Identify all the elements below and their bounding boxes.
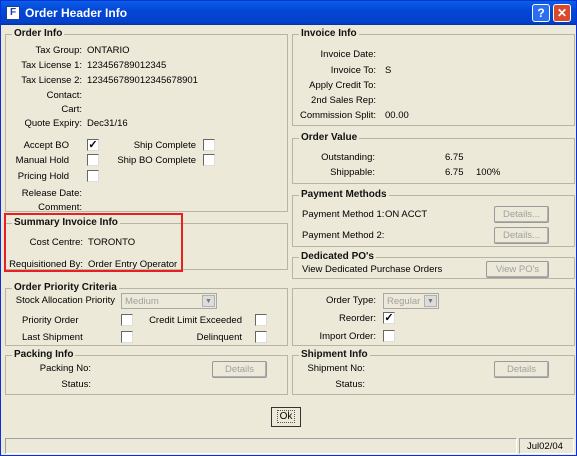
invoice-info-title: Invoice Info <box>299 28 359 39</box>
commission-split-value: 00.00 <box>385 110 409 121</box>
import-order-label: Import Order: <box>319 331 377 342</box>
payment-method-1-details-button[interactable]: Details... <box>494 206 549 223</box>
tax-license-1-value: 123456789012345 <box>87 60 167 71</box>
packing-info-panel: Packing Info Packing No: Details Status: <box>5 349 288 395</box>
payment-method-2-details-button[interactable]: Details... <box>494 227 549 244</box>
stock-allocation-value: Medium <box>125 296 159 307</box>
dedicated-po-text: View Dedicated Purchase Orders <box>302 264 443 275</box>
accept-bo-label: Accept BO <box>23 140 69 151</box>
commission-split-label: Commission Split: <box>299 110 376 121</box>
invoice-info-panel: Invoice Info Invoice Date: Invoice To: S… <box>292 28 575 126</box>
order-type-value: Regular <box>387 296 421 307</box>
apply-credit-label: Apply Credit To: <box>309 80 376 91</box>
ship-complete-checkbox[interactable] <box>203 139 215 151</box>
payment-methods-panel: Payment Methods Payment Method 1: ON ACC… <box>292 189 575 247</box>
packing-no-label: Packing No: <box>39 363 91 374</box>
status-bar-date-panel: Jul02/04 <box>519 438 574 454</box>
reorder-label: Reorder: <box>339 313 376 324</box>
sales-rep-label: 2nd Sales Rep: <box>311 95 376 106</box>
dedicated-po-title: Dedicated PO's <box>299 251 376 262</box>
tax-group-label: Tax Group: <box>35 45 82 56</box>
quote-expiry-value: Dec31/16 <box>87 118 128 129</box>
quote-expiry-label: Quote Expiry: <box>24 118 82 129</box>
ok-button-label: Ok <box>276 410 296 423</box>
ship-bo-complete-label: Ship BO Complete <box>117 155 196 166</box>
credit-limit-checkbox[interactable] <box>255 314 267 326</box>
shipment-info-panel: Shipment Info Shipment No: Details Statu… <box>292 349 575 395</box>
import-order-checkbox[interactable] <box>383 330 395 342</box>
outstanding-label: Outstanding: <box>321 152 375 163</box>
shipment-info-title: Shipment Info <box>299 349 370 360</box>
shipment-no-label: Shipment No: <box>307 363 365 374</box>
comment-label: Comment: <box>38 202 82 213</box>
shipment-status-label: Status: <box>335 379 365 390</box>
order-info-panel: Order Info Tax Group: ONTARIO Tax Licens… <box>5 28 288 213</box>
pricing-hold-checkbox[interactable] <box>87 170 99 182</box>
status-date: Jul02/04 <box>527 441 563 452</box>
ok-button[interactable]: Ok <box>271 407 301 427</box>
status-bar-left <box>5 438 517 454</box>
stock-allocation-select[interactable]: Medium ▼ <box>121 293 217 309</box>
tax-license-2-value: 12345678901234567890​1 <box>87 75 198 86</box>
tax-license-2-label: Tax License 2: <box>21 75 82 86</box>
order-type-label: Order Type: <box>326 295 376 306</box>
stock-allocation-label: Stock Allocation Priority <box>15 295 115 306</box>
priority-order-checkbox[interactable] <box>121 314 133 326</box>
invoice-to-value: S <box>385 65 392 76</box>
dedicated-po-panel: Dedicated PO's View Dedicated Purchase O… <box>292 251 575 279</box>
shippable-percent: 100% <box>476 167 501 178</box>
order-type-select[interactable]: Regular ▼ <box>383 293 439 309</box>
delinquent-label: Delinquent <box>196 332 242 343</box>
cart-label: Cart: <box>61 104 82 115</box>
close-button[interactable]: ✕ <box>553 4 571 22</box>
invoice-date-label: Invoice Date: <box>320 49 376 60</box>
view-po-button[interactable]: View PO's <box>486 261 549 278</box>
order-value-panel: Order Value Outstanding: 6.75 Shippable:… <box>292 132 575 184</box>
order-priority-title: Order Priority Criteria <box>12 282 119 293</box>
payment-method-1-label: Payment Method 1: <box>302 209 385 220</box>
manual-hold-checkbox[interactable] <box>87 154 99 166</box>
payment-method-1-value: ON ACCT <box>385 209 428 220</box>
order-info-title: Order Info <box>12 28 65 39</box>
tax-group-value: ONTARIO <box>87 45 130 56</box>
packing-info-title: Packing Info <box>12 349 76 360</box>
highlight-box <box>4 213 183 272</box>
ship-complete-label: Ship Complete <box>133 140 196 151</box>
contact-label: Contact: <box>46 90 82 101</box>
shippable-value: 6.75 <box>445 167 464 178</box>
manual-hold-label: Manual Hold <box>15 155 69 166</box>
accept-bo-checkbox[interactable]: ✓ <box>87 139 99 151</box>
ship-bo-complete-checkbox[interactable] <box>203 154 215 166</box>
priority-order-label: Priority Order <box>22 315 79 326</box>
app-icon: F <box>6 6 20 20</box>
reorder-checkbox[interactable]: ✓ <box>383 312 395 324</box>
help-button[interactable]: ? <box>532 4 550 22</box>
last-shipment-checkbox[interactable] <box>121 331 133 343</box>
packing-status-label: Status: <box>61 379 91 390</box>
chevron-down-icon: ▼ <box>202 295 215 307</box>
payment-methods-title: Payment Methods <box>299 189 389 200</box>
payment-method-2-label: Payment Method 2: <box>302 230 385 241</box>
outstanding-value: 6.75 <box>445 152 464 163</box>
packing-details-button[interactable]: Details <box>212 361 267 378</box>
order-type-panel: Order Type: Regular ▼ Reorder: ✓ Import … <box>292 288 575 346</box>
title-bar[interactable]: F Order Header Info ? ✕ <box>1 1 576 25</box>
release-date-label: Release Date: <box>21 188 82 199</box>
shippable-label: Shippable: <box>330 167 375 178</box>
order-priority-panel: Order Priority Criteria Stock Allocation… <box>5 282 288 346</box>
last-shipment-label: Last Shipment <box>22 332 83 343</box>
chevron-down-icon: ▼ <box>424 295 437 307</box>
invoice-to-label: Invoice To: <box>330 65 376 76</box>
credit-limit-label: Credit Limit Exceeded <box>149 315 242 326</box>
delinquent-checkbox[interactable] <box>255 331 267 343</box>
pricing-hold-label: Pricing Hold <box>17 171 69 182</box>
window-title: Order Header Info <box>25 6 128 20</box>
order-value-title: Order Value <box>299 132 360 143</box>
order-header-window: F Order Header Info ? ✕ Order Info Tax G… <box>0 0 577 456</box>
shipment-details-button[interactable]: Details <box>494 361 549 378</box>
tax-license-1-label: Tax License 1: <box>21 60 82 71</box>
